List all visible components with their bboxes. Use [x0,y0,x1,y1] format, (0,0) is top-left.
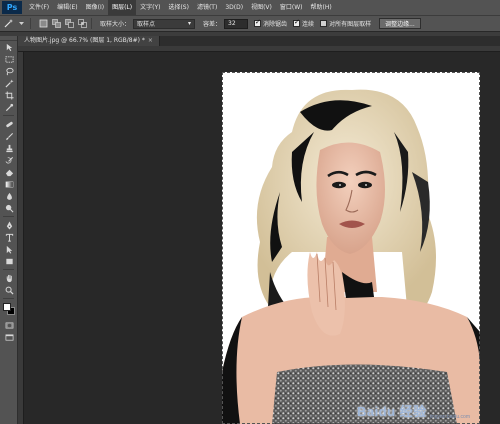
portrait-image [222,72,480,424]
menu-help[interactable]: 帮助(H) [307,0,336,15]
pen-tool-icon[interactable] [0,219,18,231]
screen-mode-icon[interactable] [0,331,18,343]
menu-file[interactable]: 文件(F) [25,0,53,15]
magic-wand-tool-icon[interactable] [0,77,18,89]
new-selection-icon[interactable] [39,19,48,28]
document-tab-title: 人物图片.jpg @ 66.7% (图层 1, RGB/8#) * [24,37,145,44]
horizontal-ruler [18,46,500,52]
menu-bar: Ps 文件(F) 编辑(E) 图像(I) 图层(L) 文字(Y) 选择(S) 滤… [0,0,500,15]
crop-tool-icon[interactable] [0,89,18,101]
sample-size-select[interactable]: 取样点 ▾ [133,18,196,29]
tolerance-input[interactable]: 32 [224,18,249,29]
eyedropper-tool-icon[interactable] [0,101,18,113]
document-tab[interactable]: 人物图片.jpg @ 66.7% (图层 1, RGB/8#) * × [18,36,160,46]
menu-3d[interactable]: 3D(D) [221,0,247,15]
vertical-ruler [18,52,24,424]
eraser-tool-icon[interactable] [0,166,18,178]
menu-window[interactable]: 窗口(W) [276,0,307,15]
quick-mask-icon[interactable] [0,319,18,331]
zoom-tool-icon[interactable] [0,284,18,296]
type-tool-icon[interactable] [0,231,18,243]
tolerance-label: 容差： [203,21,222,28]
intersect-selection-icon[interactable] [78,19,87,28]
rectangle-tool-icon[interactable] [0,255,18,267]
menu-type[interactable]: 文字(Y) [136,0,164,15]
gradient-tool-icon[interactable] [0,178,18,190]
marquee-tool-icon[interactable] [0,53,18,65]
contiguous-checkbox[interactable] [293,18,301,27]
path-selection-tool-icon[interactable] [0,243,18,255]
tools-panel [0,36,18,424]
photoshop-logo: Ps [2,1,22,14]
add-to-selection-icon[interactable] [52,19,61,28]
color-swatches[interactable] [0,301,18,319]
sample-all-layers-checkbox[interactable] [320,20,328,27]
separator [3,298,14,299]
sample-size-value: 取样点 [137,21,156,28]
menu-layer[interactable]: 图层(L) [108,0,137,15]
options-bar: 取样大小： 取样点 ▾ 容差： 32 消除锯齿 连续 对所有图层取样 调整边缘.… [0,15,500,32]
magic-wand-icon[interactable] [4,19,13,28]
separator [91,18,92,29]
foreground-color-swatch[interactable] [3,303,11,311]
brush-tool-icon[interactable] [0,130,18,142]
history-brush-tool-icon[interactable] [0,154,18,166]
watermark: Baidu 经验 jingyan.baidu.com [357,401,470,420]
menu-image[interactable]: 图像(I) [82,0,108,15]
menu-select[interactable]: 选择(S) [164,0,193,15]
refine-edge-button[interactable]: 调整边缘... [379,18,421,29]
antialias-label: 消除锯齿 [263,21,288,28]
contiguous-label: 连续 [302,21,315,28]
document-canvas[interactable]: Baidu 经验 jingyan.baidu.com [222,72,480,424]
dodge-tool-icon[interactable] [0,202,18,214]
subtract-from-selection-icon[interactable] [65,19,74,28]
blur-tool-icon[interactable] [0,190,18,202]
antialias-checkbox[interactable] [254,18,262,27]
menu-edit[interactable]: 编辑(E) [53,0,81,15]
separator [3,115,14,116]
watermark-site: jingyan.baidu.com [429,414,470,420]
menu-view[interactable]: 视图(V) [247,0,276,15]
sample-all-layers-label: 对所有图层取样 [329,21,372,28]
close-icon[interactable]: × [148,37,153,44]
watermark-brand: Baidu 经验 [356,404,427,419]
separator [3,269,14,270]
document-tab-bar: 人物图片.jpg @ 66.7% (图层 1, RGB/8#) * × [18,36,500,46]
chevron-down-icon: ▾ [188,20,192,27]
sample-size-label: 取样大小： [100,21,131,28]
healing-brush-tool-icon[interactable] [0,118,18,130]
move-tool-icon[interactable] [0,41,18,53]
menu-filter[interactable]: 滤镜(T) [193,0,221,15]
hand-tool-icon[interactable] [0,272,18,284]
lasso-tool-icon[interactable] [0,65,18,77]
separator [30,18,31,29]
separator [3,216,14,217]
dropdown-arrow-icon[interactable] [17,19,26,28]
clone-stamp-tool-icon[interactable] [0,142,18,154]
